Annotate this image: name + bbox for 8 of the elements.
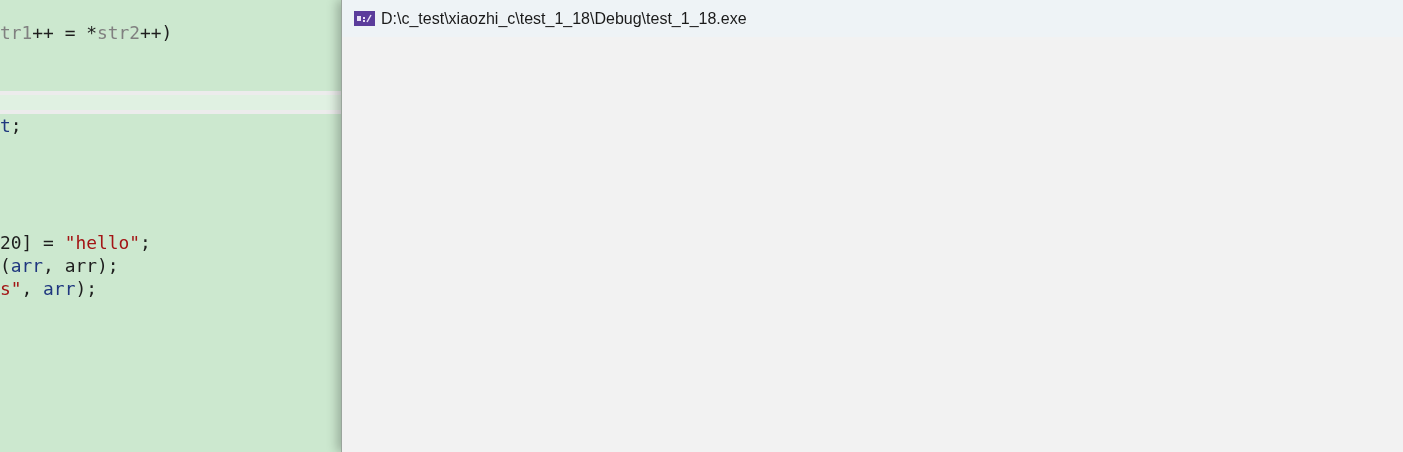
code-editor[interactable]: tr1++ = *str2++) t; 20] = "hello"; (arr, arr); s", arr); <box>0 0 341 452</box>
code-line: tr1++ = *str2++) <box>0 21 173 45</box>
console-app-icon <box>354 11 375 26</box>
code-line: t; <box>0 114 22 138</box>
window-title: D:\c_test\xiaozhi_c\test_1_18\Debug\test_1_18.exe <box>381 9 747 28</box>
code-line: 20] = "hello"; <box>0 230 151 254</box>
code-line: s", arr); <box>0 277 97 301</box>
code-line: (arr, arr); <box>0 253 119 278</box>
